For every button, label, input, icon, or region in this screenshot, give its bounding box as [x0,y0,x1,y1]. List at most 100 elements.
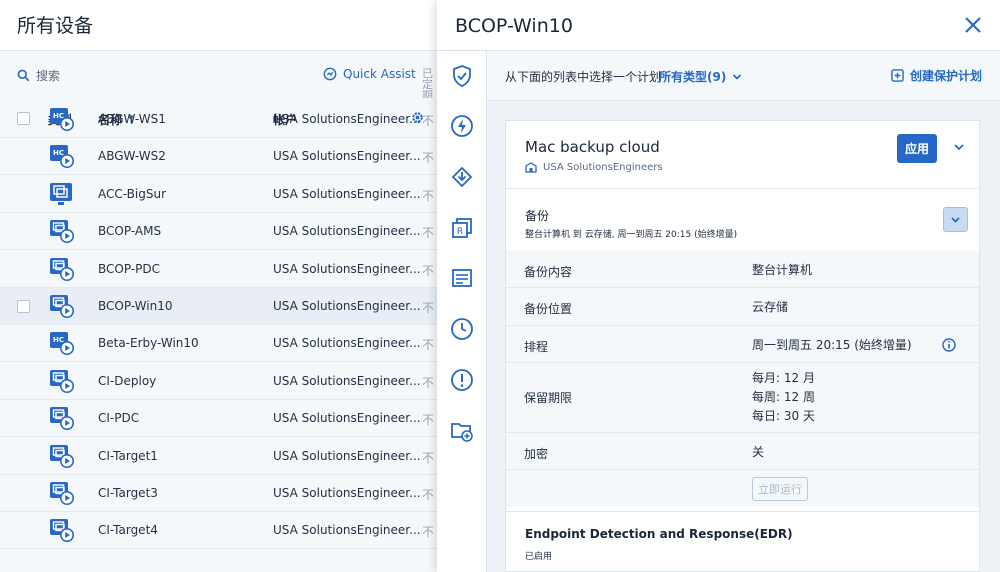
lightning-icon[interactable] [450,114,474,138]
setting-row-encryption[interactable]: 加密 关 [506,433,979,470]
table-row[interactable]: BCOP-Win10 USA SolutionsEngineer... 不 [0,288,437,325]
backup-settings-table: 备份内容 整台计算机 备份位置 云存储 排程 周一到周五 20:15 (始终增量… [506,251,979,507]
table-row[interactable]: HC ABGW-WS2 USA SolutionsEngineer... 不 [0,138,437,176]
table-row[interactable]: CI-Target4 USA SolutionsEngineer... 不 [0,512,437,550]
edr-status: 已启用 [525,552,553,562]
search-icon [17,69,30,82]
device-account: USA SolutionsEngineer... [273,523,421,538]
setting-row-content[interactable]: 备份内容 整台计算机 [506,251,979,288]
device-name[interactable]: BCOP-PDC [98,262,160,276]
search-box[interactable]: 搜索 [17,67,60,84]
truncated-cell: 不 [422,114,435,128]
device-detail-panel: BCOP-Win10 R 从下面的列表中选择一个计划 所有类型(9) 创建保护计… [437,0,1000,572]
device-name[interactable]: ACC-BigSur [98,187,166,201]
table-row[interactable]: CI-Target3 USA SolutionsEngineer... 不 [0,475,437,512]
device-name[interactable]: ABGW-WS2 [98,149,166,163]
table-row[interactable]: BCOP-PDC USA SolutionsEngineer... 不 [0,251,437,288]
table-row[interactable]: BCOP-AMS USA SolutionsEngineer... 不 [0,213,437,251]
table-row[interactable]: CI-Deploy USA SolutionsEngineer... 不 [0,363,437,400]
table-row[interactable]: HC Beta-Erby-Win10 USA SolutionsEngineer..… [0,325,437,363]
apply-button[interactable]: 应用 [896,134,937,163]
truncated-column-header: 已定期 [422,68,433,98]
chevron-down-icon[interactable] [953,141,965,153]
device-account: USA SolutionsEngineer... [273,149,421,164]
plan-select-hint: 从下面的列表中选择一个计划 [505,70,662,84]
setting-row-schedule[interactable]: 排程 周一到周五 20:15 (始终增量) [506,326,979,363]
backup-section-title: 备份 [525,209,550,223]
device-list-pane: 所有设备 搜索 Quick Assist 已定期 类型 名称 ↑ 帐户 HCAB… [0,0,437,572]
add-square-icon [891,69,904,82]
plan-toolbar: 从下面的列表中选择一个计划 所有类型(9) 创建保护计划 [487,51,1000,101]
truncated-cell: 不 [422,301,435,315]
device-name[interactable]: Beta-Erby-Win10 [98,336,199,350]
plan-account: USA SolutionsEngineers [525,162,663,173]
device-name[interactable]: CI-Target3 [98,486,158,500]
close-icon[interactable] [964,16,982,34]
setting-row-location[interactable]: 备份位置 云存储 [506,288,979,326]
device-account: USA SolutionsEngineer... [273,112,421,126]
list-toolbar: 搜索 Quick Assist 已定期 [0,51,437,101]
edr-title: Endpoint Detection and Response(EDR) [525,527,793,541]
row-checkbox[interactable] [17,300,30,313]
truncated-cell: 不 [422,525,435,540]
plan-name: Mac backup cloud [525,138,660,156]
device-name[interactable]: CI-Deploy [98,374,156,388]
device-account: USA SolutionsEngineer... [273,261,421,276]
truncated-cell: 不 [422,450,435,465]
vm-icon [50,294,74,318]
run-now-button[interactable]: 立即运行 [752,477,808,501]
activities-icon[interactable] [450,266,474,290]
page-title: 所有设备 [17,15,94,37]
clock-icon[interactable] [450,317,474,341]
quick-assist-button[interactable]: Quick Assist [323,67,416,81]
device-name[interactable]: BCOP-AMS [98,224,161,238]
device-account: USA SolutionsEngineer... [273,186,421,201]
vm-icon [50,518,74,543]
mac-machine-icon [50,182,74,206]
vm-icon [50,444,74,468]
plan-content: Mac backup cloud USA SolutionsEngineers … [487,101,1000,572]
device-name[interactable]: BCOP-Win10 [98,299,172,313]
truncated-cell: 不 [422,226,435,241]
shield-icon[interactable] [450,64,474,88]
edr-section[interactable]: Endpoint Detection and Response(EDR) 已启用 [506,511,979,571]
table-row[interactable]: CI-Target1 USA SolutionsEngineer... 不 [0,438,437,475]
vm-icon [50,219,74,244]
table-row[interactable]: CI-PDC USA SolutionsEngineer... 不 [0,400,437,438]
device-account: USA SolutionsEngineer... [273,299,421,313]
add-folder-icon[interactable] [450,419,474,443]
quick-assist-label: Quick Assist [343,67,416,81]
create-plan-button[interactable]: 创建保护计划 [891,67,982,84]
vm-icon [50,406,74,431]
table-row[interactable]: HC ABGW-WS1 USA SolutionsEngineer... 不 [0,101,437,138]
list-header: 所有设备 [0,0,437,51]
recovery-icon[interactable]: R [450,216,474,240]
device-name[interactable]: CI-Target1 [98,449,158,463]
hc-vm-icon: HC [50,107,74,131]
device-account: USA SolutionsEngineer... [273,373,421,388]
chevron-down-icon [951,217,960,223]
run-now-row: 立即运行 [506,470,979,507]
hc-vm-icon: HC [50,144,74,169]
device-name[interactable]: CI-PDC [98,411,139,425]
search-input[interactable]: 搜索 [36,67,60,84]
info-icon[interactable] [942,338,956,352]
device-account: USA SolutionsEngineer... [273,411,421,426]
vm-icon [50,369,74,393]
device-account: USA SolutionsEngineer... [273,336,421,351]
panel-title: BCOP-Win10 [455,15,573,37]
backup-collapse-toggle[interactable] [943,207,968,232]
device-name[interactable]: ABGW-WS1 [98,112,166,126]
vm-icon [50,257,74,281]
device-name[interactable]: CI-Target4 [98,523,158,537]
divider [506,511,979,512]
setting-row-retention[interactable]: 保留期限 每月: 12 月 每周: 12 周 每日: 30 天 [506,363,979,433]
chevron-down-icon [733,73,742,80]
alert-icon[interactable] [450,368,474,392]
table-row[interactable]: ACC-BigSur USA SolutionsEngineer... 不 [0,176,437,213]
plan-type-filter[interactable]: 所有类型(9) [659,68,742,85]
building-icon [525,162,537,173]
truncated-cell: 不 [422,263,435,278]
deploy-icon[interactable] [450,165,474,189]
truncated-cell: 不 [422,188,435,203]
